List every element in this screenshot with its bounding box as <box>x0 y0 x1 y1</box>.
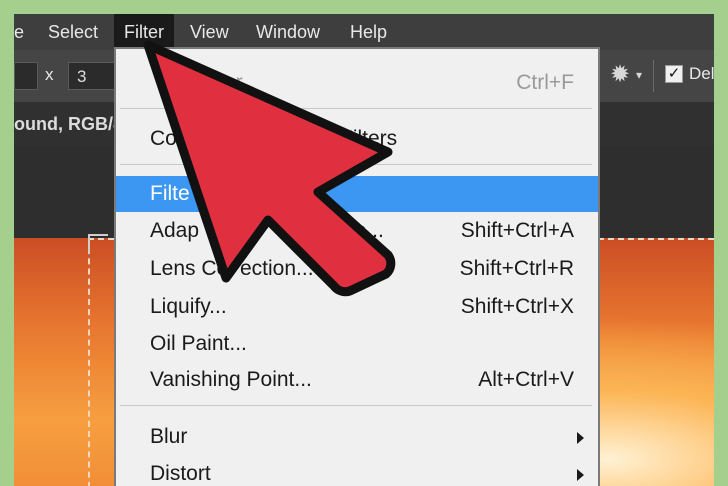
divider <box>653 60 654 92</box>
width-field[interactable] <box>14 62 38 90</box>
menu-edit[interactable]: e <box>14 14 24 50</box>
menu-item-blur[interactable]: Blur <box>116 419 598 455</box>
photoshop-window: e Select Filter View Window Help x 3 ✹ ▾… <box>14 14 714 486</box>
gear-icon[interactable]: ✹ <box>610 60 630 89</box>
height-field[interactable]: 3 <box>68 62 116 90</box>
menu-help[interactable]: Help <box>350 14 387 50</box>
menu-window[interactable]: Window <box>256 14 320 50</box>
menu-filter[interactable]: Filter <box>114 14 174 50</box>
menu-item-adaptive-wide-angle[interactable]: Adap le... Shift+Ctrl+A <box>116 213 598 249</box>
menu-item-lens-correction[interactable]: Lens Co ection... Shift+Ctrl+R <box>116 251 598 287</box>
menu-view[interactable]: View <box>190 14 229 50</box>
menu-item-last-filter: Filter Ctrl+F <box>196 71 574 94</box>
menu-item-convert-smart-filters[interactable]: Co Filters <box>116 121 598 157</box>
times-label: x <box>45 65 54 84</box>
separator <box>120 405 592 406</box>
submenu-arrow-icon <box>577 432 584 444</box>
menu-item-liquify[interactable]: Liquify... Shift+Ctrl+X <box>116 289 598 325</box>
menu-select[interactable]: Select <box>48 14 98 50</box>
menu-bar: e Select Filter View Window Help <box>14 14 714 50</box>
menu-item-oil-paint[interactable]: Oil Paint... <box>116 326 598 362</box>
dropdown-dot-icon: ▾ <box>636 68 643 82</box>
delete-checkbox[interactable]: ✓ <box>665 65 683 83</box>
separator <box>120 108 592 109</box>
delete-checkbox-label: Del <box>689 64 714 83</box>
separator <box>120 164 592 165</box>
crop-corner-handle[interactable] <box>88 234 108 254</box>
filter-menu: Filter Ctrl+F Co Filters Filte Adap le..… <box>114 47 600 486</box>
submenu-arrow-icon <box>577 469 584 481</box>
menu-item-filter-gallery[interactable]: Filte <box>116 176 598 212</box>
document-tab-title: ound, RGB/8 <box>14 114 123 134</box>
menu-item-distort[interactable]: Distort <box>116 456 598 486</box>
menu-item-vanishing-point[interactable]: Vanishing Point... Alt+Ctrl+V <box>116 362 598 398</box>
